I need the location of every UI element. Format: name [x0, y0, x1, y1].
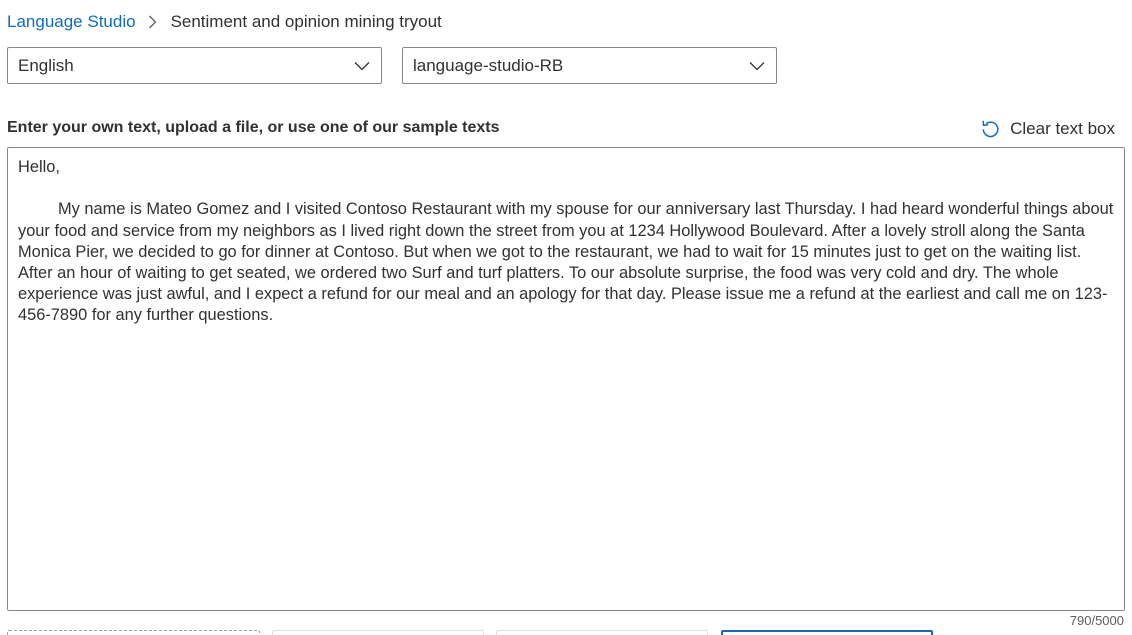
language-dropdown[interactable]: English [7, 47, 382, 84]
chevron-right-icon [148, 15, 157, 29]
run-button[interactable] [721, 630, 933, 635]
resource-dropdown-value: language-studio-RB [413, 55, 564, 75]
breadcrumb: Language Studio Sentiment and opinion mi… [7, 10, 442, 34]
clear-text-box-button[interactable]: Clear text box [980, 118, 1115, 139]
breadcrumb-current-page: Sentiment and opinion mining tryout [170, 12, 442, 31]
action-button[interactable] [496, 630, 708, 635]
undo-icon [980, 118, 1001, 139]
language-dropdown-value: English [18, 55, 74, 75]
text-body: My name is Mateo Gomez and I visited Con… [18, 200, 1114, 325]
sentiment-tryout-page: Language Studio Sentiment and opinion mi… [0, 0, 1132, 635]
sample-text-button[interactable] [7, 630, 260, 635]
character-counter: 790/5000 [1069, 613, 1124, 628]
chevron-down-icon [343, 61, 381, 71]
resource-dropdown[interactable]: language-studio-RB [402, 47, 777, 84]
breadcrumb-language-studio-link[interactable]: Language Studio [7, 12, 136, 32]
input-section-label: Enter your own text, upload a file, or u… [7, 119, 500, 136]
chevron-down-icon [738, 61, 776, 71]
text-input-area[interactable]: Hello, My name is Mateo Gomez and I visi… [7, 147, 1125, 611]
upload-file-button[interactable] [272, 630, 484, 635]
text-greeting: Hello, [18, 158, 60, 176]
clear-text-box-label: Clear text box [1010, 118, 1115, 138]
